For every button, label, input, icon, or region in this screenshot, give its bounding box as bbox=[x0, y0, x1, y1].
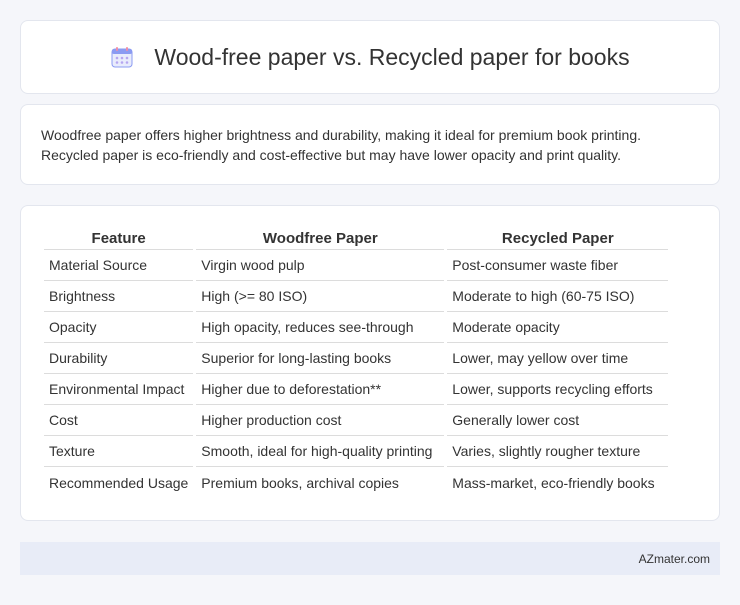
woodfree-cell: Premium books, archival copies bbox=[201, 474, 399, 491]
comparison-table-card: Feature Woodfree Paper Recycled Paper Ma… bbox=[20, 205, 720, 521]
woodfree-cell: Superior for long-lasting books bbox=[196, 343, 445, 374]
woodfree-cell: Smooth, ideal for high-quality printing bbox=[196, 436, 445, 467]
woodfree-cell: High (>= 80 ISO) bbox=[196, 281, 445, 312]
feature-cell: Texture bbox=[44, 436, 194, 467]
description-card: Woodfree paper offers higher brightness … bbox=[20, 104, 720, 185]
table-row: Environmental Impact Higher due to defor… bbox=[44, 374, 669, 405]
table-row: Brightness High (>= 80 ISO) Moderate to … bbox=[44, 281, 669, 312]
table-row: Durability Superior for long-lasting boo… bbox=[44, 343, 669, 374]
description-text: Woodfree paper offers higher brightness … bbox=[41, 127, 641, 163]
recycled-cell: Lower, may yellow over time bbox=[447, 343, 669, 374]
recycled-cell: Mass-market, eco-friendly books bbox=[452, 474, 655, 491]
table-row: Cost Higher production cost Generally lo… bbox=[44, 405, 669, 436]
feature-cell: Brightness bbox=[44, 281, 194, 312]
table-row: Opacity High opacity, reduces see-throug… bbox=[44, 312, 669, 343]
feature-cell: Durability bbox=[44, 343, 194, 374]
feature-cell: Recommended Usage bbox=[49, 474, 189, 491]
feature-cell: Environmental Impact bbox=[44, 374, 194, 405]
recycled-cell: Generally lower cost bbox=[447, 405, 669, 436]
recycled-cell: Varies, slightly rougher texture bbox=[447, 436, 669, 467]
feature-cell: Opacity bbox=[44, 312, 194, 343]
table-header-row: Feature Woodfree Paper Recycled Paper bbox=[44, 228, 669, 250]
table-row: Recommended Usage Premium books, archiva… bbox=[44, 467, 668, 498]
table-row: Texture Smooth, ideal for high-quality p… bbox=[44, 436, 669, 467]
woodfree-cell: Higher due to deforestation** bbox=[196, 374, 445, 405]
footer-bar: AZmater.com bbox=[20, 542, 720, 575]
feature-cell: Cost bbox=[44, 405, 194, 436]
title-card: Wood-free paper vs. Recycled paper for b… bbox=[20, 20, 720, 94]
feature-cell: Material Source bbox=[44, 250, 194, 281]
footer-brand: AZmater.com bbox=[638, 551, 710, 566]
calendar-icon bbox=[110, 45, 134, 69]
recycled-cell: Moderate to high (60-75 ISO) bbox=[447, 281, 669, 312]
recycled-cell: Post-consumer waste fiber bbox=[447, 250, 669, 281]
recycled-cell: Lower, supports recycling efforts bbox=[447, 374, 669, 405]
comparison-table: Feature Woodfree Paper Recycled Paper Ma… bbox=[41, 228, 671, 498]
recycled-cell: Moderate opacity bbox=[447, 312, 669, 343]
page-title: Wood-free paper vs. Recycled paper for b… bbox=[154, 43, 630, 70]
woodfree-cell: Virgin wood pulp bbox=[196, 250, 445, 281]
header-feature: Feature bbox=[44, 228, 194, 250]
woodfree-cell: Higher production cost bbox=[196, 405, 445, 436]
woodfree-cell: High opacity, reduces see-through bbox=[196, 312, 445, 343]
header-woodfree: Woodfree Paper bbox=[196, 228, 445, 250]
table-row: Material Source Virgin wood pulp Post-co… bbox=[44, 250, 669, 281]
header-recycled: Recycled Paper bbox=[447, 228, 669, 250]
